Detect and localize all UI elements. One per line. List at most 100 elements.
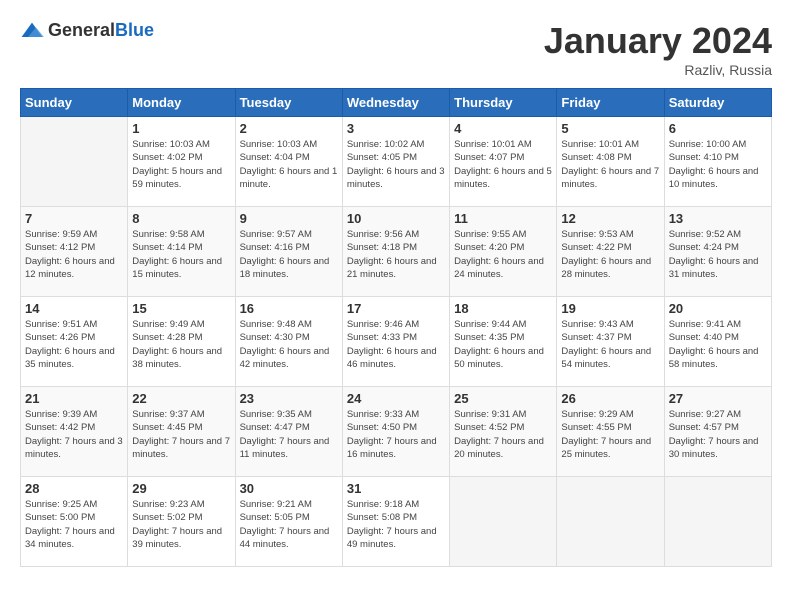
day-info: Sunrise: 9:21 AMSunset: 5:05 PMDaylight:… <box>240 498 338 551</box>
weekday-header: Tuesday <box>235 89 342 117</box>
calendar-cell <box>664 477 771 567</box>
day-info: Sunrise: 9:41 AMSunset: 4:40 PMDaylight:… <box>669 318 767 371</box>
day-number: 3 <box>347 121 445 136</box>
day-number: 15 <box>132 301 230 316</box>
day-info: Sunrise: 9:37 AMSunset: 4:45 PMDaylight:… <box>132 408 230 461</box>
day-number: 20 <box>669 301 767 316</box>
calendar-cell: 22 Sunrise: 9:37 AMSunset: 4:45 PMDayligh… <box>128 387 235 477</box>
day-info: Sunrise: 9:57 AMSunset: 4:16 PMDaylight:… <box>240 228 338 281</box>
day-number: 25 <box>454 391 552 406</box>
calendar-cell: 6 Sunrise: 10:00 AMSunset: 4:10 PMDayligh… <box>664 117 771 207</box>
calendar-cell: 21 Sunrise: 9:39 AMSunset: 4:42 PMDayligh… <box>21 387 128 477</box>
calendar-cell: 10 Sunrise: 9:56 AMSunset: 4:18 PMDayligh… <box>342 207 449 297</box>
day-info: Sunrise: 9:53 AMSunset: 4:22 PMDaylight:… <box>561 228 659 281</box>
calendar-cell: 1Sunrise: 10:03 AMSunset: 4:02 PMDayligh… <box>128 117 235 207</box>
day-number: 31 <box>347 481 445 496</box>
calendar-table: SundayMondayTuesdayWednesdayThursdayFrid… <box>20 88 772 567</box>
day-number: 30 <box>240 481 338 496</box>
day-number: 18 <box>454 301 552 316</box>
page-header: GeneralBlue January 2024 Razliv, Russia <box>20 20 772 78</box>
day-info: Sunrise: 9:35 AMSunset: 4:47 PMDaylight:… <box>240 408 338 461</box>
day-number: 21 <box>25 391 123 406</box>
day-number: 24 <box>347 391 445 406</box>
calendar-cell: 9 Sunrise: 9:57 AMSunset: 4:16 PMDaylight… <box>235 207 342 297</box>
logo-icon <box>20 21 44 41</box>
calendar-cell: 4 Sunrise: 10:01 AMSunset: 4:07 PMDayligh… <box>450 117 557 207</box>
day-number: 11 <box>454 211 552 226</box>
day-info: Sunrise: 9:56 AMSunset: 4:18 PMDaylight:… <box>347 228 445 281</box>
day-info: Sunrise: 9:33 AMSunset: 4:50 PMDaylight:… <box>347 408 445 461</box>
day-info: Sunrise: 9:55 AMSunset: 4:20 PMDaylight:… <box>454 228 552 281</box>
day-info: Sunrise: 10:00 AMSunset: 4:10 PMDaylight… <box>669 138 767 191</box>
weekday-header: Saturday <box>664 89 771 117</box>
day-number: 17 <box>347 301 445 316</box>
calendar-week-row: 1Sunrise: 10:03 AMSunset: 4:02 PMDayligh… <box>21 117 772 207</box>
day-number: 23 <box>240 391 338 406</box>
calendar-cell: 23 Sunrise: 9:35 AMSunset: 4:47 PMDayligh… <box>235 387 342 477</box>
logo: GeneralBlue <box>20 20 154 41</box>
calendar-cell: 2 Sunrise: 10:03 AMSunset: 4:04 PMDayligh… <box>235 117 342 207</box>
calendar-week-row: 14Sunrise: 9:51 AMSunset: 4:26 PMDayligh… <box>21 297 772 387</box>
day-info: Sunrise: 9:59 AMSunset: 4:12 PMDaylight:… <box>25 228 123 281</box>
calendar-body: 1Sunrise: 10:03 AMSunset: 4:02 PMDayligh… <box>21 117 772 567</box>
day-number: 12 <box>561 211 659 226</box>
calendar-cell: 24 Sunrise: 9:33 AMSunset: 4:50 PMDayligh… <box>342 387 449 477</box>
day-info: Sunrise: 9:23 AMSunset: 5:02 PMDaylight:… <box>132 498 230 551</box>
day-info: Sunrise: 10:03 AMSunset: 4:04 PMDaylight… <box>240 138 338 191</box>
calendar-week-row: 28Sunrise: 9:25 AMSunset: 5:00 PMDayligh… <box>21 477 772 567</box>
day-info: Sunrise: 9:39 AMSunset: 4:42 PMDaylight:… <box>25 408 123 461</box>
day-number: 22 <box>132 391 230 406</box>
calendar-cell: 15Sunrise: 9:49 AMSunset: 4:28 PMDayligh… <box>128 297 235 387</box>
weekday-header: Thursday <box>450 89 557 117</box>
calendar-cell: 11 Sunrise: 9:55 AMSunset: 4:20 PMDayligh… <box>450 207 557 297</box>
day-number: 10 <box>347 211 445 226</box>
calendar-cell: 3 Sunrise: 10:02 AMSunset: 4:05 PMDayligh… <box>342 117 449 207</box>
day-info: Sunrise: 9:44 AMSunset: 4:35 PMDaylight:… <box>454 318 552 371</box>
weekday-header: Friday <box>557 89 664 117</box>
title-area: January 2024 Razliv, Russia <box>544 20 772 78</box>
calendar-cell <box>450 477 557 567</box>
logo-general: GeneralBlue <box>48 20 154 41</box>
day-info: Sunrise: 9:48 AMSunset: 4:30 PMDaylight:… <box>240 318 338 371</box>
day-number: 5 <box>561 121 659 136</box>
calendar-header-row: SundayMondayTuesdayWednesdayThursdayFrid… <box>21 89 772 117</box>
day-number: 4 <box>454 121 552 136</box>
day-number: 8 <box>132 211 230 226</box>
calendar-cell: 31Sunrise: 9:18 AMSunset: 5:08 PMDayligh… <box>342 477 449 567</box>
day-info: Sunrise: 9:27 AMSunset: 4:57 PMDaylight:… <box>669 408 767 461</box>
day-number: 26 <box>561 391 659 406</box>
calendar-cell: 30 Sunrise: 9:21 AMSunset: 5:05 PMDayligh… <box>235 477 342 567</box>
day-number: 28 <box>25 481 123 496</box>
calendar-cell: 8 Sunrise: 9:58 AMSunset: 4:14 PMDaylight… <box>128 207 235 297</box>
day-info: Sunrise: 10:01 AMSunset: 4:07 PMDaylight… <box>454 138 552 191</box>
calendar-cell: 5 Sunrise: 10:01 AMSunset: 4:08 PMDayligh… <box>557 117 664 207</box>
weekday-header: Wednesday <box>342 89 449 117</box>
day-number: 13 <box>669 211 767 226</box>
day-number: 9 <box>240 211 338 226</box>
day-info: Sunrise: 10:03 AMSunset: 4:02 PMDaylight… <box>132 138 230 191</box>
month-title: January 2024 <box>544 20 772 62</box>
day-number: 14 <box>25 301 123 316</box>
day-number: 29 <box>132 481 230 496</box>
calendar-cell: 12 Sunrise: 9:53 AMSunset: 4:22 PMDayligh… <box>557 207 664 297</box>
calendar-cell: 29 Sunrise: 9:23 AMSunset: 5:02 PMDayligh… <box>128 477 235 567</box>
day-info: Sunrise: 9:43 AMSunset: 4:37 PMDaylight:… <box>561 318 659 371</box>
day-number: 2 <box>240 121 338 136</box>
calendar-cell: 7 Sunrise: 9:59 AMSunset: 4:12 PMDaylight… <box>21 207 128 297</box>
day-info: Sunrise: 10:01 AMSunset: 4:08 PMDaylight… <box>561 138 659 191</box>
day-info: Sunrise: 9:58 AMSunset: 4:14 PMDaylight:… <box>132 228 230 281</box>
day-number: 16 <box>240 301 338 316</box>
calendar-cell: 20 Sunrise: 9:41 AMSunset: 4:40 PMDayligh… <box>664 297 771 387</box>
day-info: Sunrise: 10:02 AMSunset: 4:05 PMDaylight… <box>347 138 445 191</box>
calendar-cell: 14Sunrise: 9:51 AMSunset: 4:26 PMDayligh… <box>21 297 128 387</box>
day-info: Sunrise: 9:46 AMSunset: 4:33 PMDaylight:… <box>347 318 445 371</box>
day-number: 7 <box>25 211 123 226</box>
calendar-cell: 17 Sunrise: 9:46 AMSunset: 4:33 PMDayligh… <box>342 297 449 387</box>
calendar-cell <box>21 117 128 207</box>
calendar-cell: 13Sunrise: 9:52 AMSunset: 4:24 PMDayligh… <box>664 207 771 297</box>
day-number: 6 <box>669 121 767 136</box>
calendar-cell: 25 Sunrise: 9:31 AMSunset: 4:52 PMDayligh… <box>450 387 557 477</box>
day-info: Sunrise: 9:29 AMSunset: 4:55 PMDaylight:… <box>561 408 659 461</box>
day-number: 27 <box>669 391 767 406</box>
day-info: Sunrise: 9:31 AMSunset: 4:52 PMDaylight:… <box>454 408 552 461</box>
